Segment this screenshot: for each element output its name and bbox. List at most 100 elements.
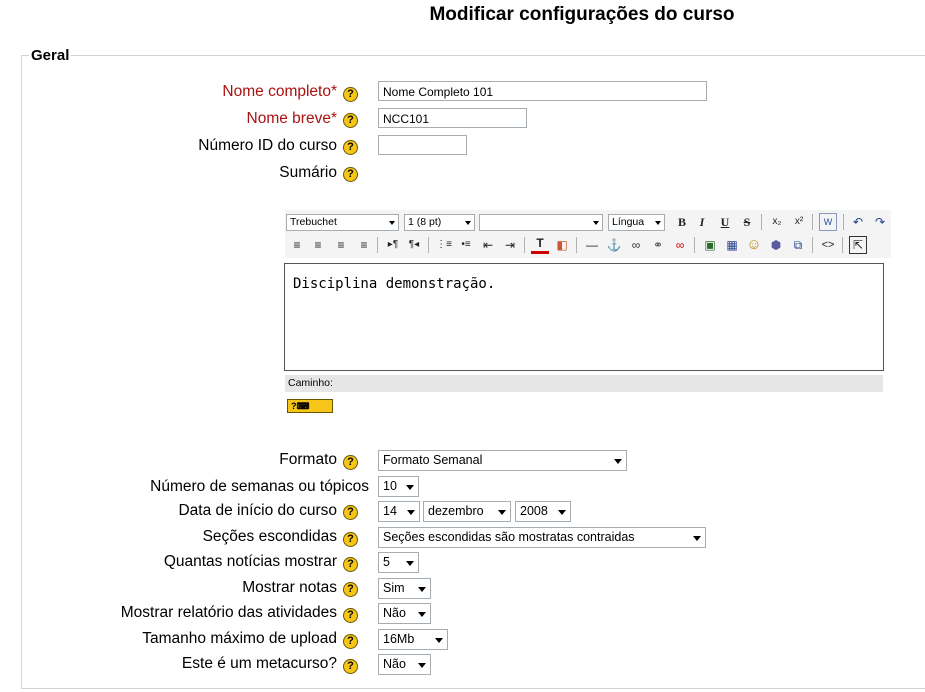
outdent-icon[interactable]: ⇤	[479, 236, 497, 254]
general-fieldset	[21, 55, 925, 689]
rtl-icon[interactable]: ¶◂	[405, 236, 423, 254]
italic-button[interactable]: I	[693, 213, 711, 231]
editor-text: Disciplina demonstração.	[293, 276, 496, 292]
upload-value: 16Mb	[383, 632, 415, 646]
chevron-down-icon	[389, 221, 395, 225]
keyboard-help-icon[interactable]: ?⌨	[287, 399, 333, 413]
ordered-list-icon[interactable]: ⋮≡	[435, 236, 453, 254]
upload-label: Tamanho máximo de upload	[142, 630, 337, 647]
relatorio-select[interactable]: Não	[378, 603, 431, 624]
chevron-down-icon	[593, 221, 599, 225]
size-select-value: 1 (8 pt)	[408, 216, 442, 228]
semanas-select[interactable]: 10	[378, 476, 419, 497]
formato-select[interactable]: Formato Semanal	[378, 450, 627, 471]
paste-word-icon[interactable]: W	[819, 213, 837, 231]
ltr-icon[interactable]: ▸¶	[384, 236, 402, 254]
justify-icon[interactable]: ≡	[355, 236, 373, 254]
month-select[interactable]: dezembro	[423, 501, 511, 522]
metacurso-label: Este é um metacurso?	[181, 655, 337, 672]
nome-breve-input[interactable]: NCC101	[378, 108, 527, 128]
html-source-icon[interactable]: <>	[819, 236, 837, 254]
help-icon[interactable]: ?	[343, 113, 358, 128]
editor-path-bar: Caminho:	[285, 375, 883, 392]
chevron-down-icon	[407, 510, 415, 515]
help-icon[interactable]: ?	[343, 557, 358, 572]
insert-image-icon[interactable]: ▣	[701, 236, 719, 254]
help-icon[interactable]: ?	[343, 140, 358, 155]
notas-label: Mostrar notas	[242, 579, 337, 596]
help-icon[interactable]: ?	[343, 608, 358, 623]
size-select[interactable]: 1 (8 pt)	[404, 214, 475, 231]
undo-icon[interactable]: ↶	[849, 213, 867, 231]
underline-button[interactable]: U	[716, 213, 734, 231]
background-color-icon[interactable]: ◧	[553, 236, 571, 254]
chevron-down-icon	[655, 221, 661, 225]
language-select-value: Língua	[612, 216, 645, 228]
unordered-list-icon[interactable]: •≡	[457, 236, 475, 254]
upload-select[interactable]: 16Mb	[378, 629, 448, 650]
help-icon[interactable]: ?	[343, 167, 358, 182]
toolbar-separator	[843, 214, 844, 230]
toolbar-separator	[761, 214, 762, 230]
editor-content-area[interactable]: Disciplina demonstração.	[284, 263, 884, 371]
nolink-icon[interactable]: ∞	[671, 236, 689, 254]
help-icon[interactable]: ?	[343, 87, 358, 102]
help-icon[interactable]: ?	[343, 532, 358, 547]
fieldset-legend: Geral	[29, 47, 72, 64]
align-left-icon[interactable]: ≡	[288, 236, 306, 254]
nome-breve-label: Nome breve*	[246, 110, 337, 127]
align-right-icon[interactable]: ≡	[332, 236, 350, 254]
editor-toolbar: Trebuchet 1 (8 pt) Língua B I U S x₂ x² …	[285, 210, 891, 258]
unlink-icon[interactable]: ⚭	[649, 236, 667, 254]
insert-table-icon[interactable]: ▦	[723, 236, 741, 254]
special-chars-icon[interactable]: ⬢	[767, 236, 785, 254]
day-value: 14	[383, 504, 397, 518]
subscript-button[interactable]: x₂	[768, 213, 786, 231]
metacurso-select[interactable]: Não	[378, 654, 431, 675]
style-select[interactable]	[479, 214, 603, 231]
day-select[interactable]: 14	[378, 501, 420, 522]
chevron-down-icon	[558, 510, 566, 515]
secoes-label: Seções escondidas	[202, 528, 337, 545]
bold-button[interactable]: B	[673, 213, 691, 231]
help-icon[interactable]: ?	[343, 634, 358, 649]
semanas-label: Número de semanas ou tópicos	[150, 478, 369, 495]
noticias-select[interactable]: 5	[378, 552, 419, 573]
superscript-button[interactable]: x²	[790, 213, 808, 231]
indent-icon[interactable]: ⇥	[501, 236, 519, 254]
numero-id-input[interactable]	[378, 135, 467, 155]
text-color-icon[interactable]: T	[531, 236, 549, 254]
toolbar-separator	[428, 237, 429, 253]
chevron-down-icon	[693, 536, 701, 541]
help-icon[interactable]: ?	[343, 659, 358, 674]
font-select-value: Trebuchet	[290, 216, 337, 228]
link-icon[interactable]: ∞	[627, 236, 645, 254]
data-inicio-label: Data de início do curso	[178, 502, 337, 519]
chevron-down-icon	[406, 561, 414, 566]
strikethrough-button[interactable]: S	[738, 213, 756, 231]
chevron-down-icon	[435, 638, 443, 643]
smiley-icon[interactable]: ☺	[745, 236, 763, 254]
numero-id-label: Número ID do curso	[198, 137, 337, 154]
toolbar-separator	[812, 214, 813, 230]
year-select[interactable]: 2008	[515, 501, 571, 522]
nome-completo-input[interactable]: Nome Completo 101	[378, 81, 707, 101]
month-value: dezembro	[428, 504, 484, 518]
chevron-down-icon	[418, 587, 426, 592]
help-icon[interactable]: ?	[343, 505, 358, 520]
horizontal-rule-icon[interactable]: —	[583, 236, 601, 254]
align-center-icon[interactable]: ≡	[309, 236, 327, 254]
secoes-select[interactable]: Seções escondidas são mostratas contraid…	[378, 527, 706, 548]
anchor-icon[interactable]: ⚓	[605, 236, 623, 254]
help-icon[interactable]: ?	[343, 582, 358, 597]
toolbar-separator	[377, 237, 378, 253]
notas-select[interactable]: Sim	[378, 578, 431, 599]
font-select[interactable]: Trebuchet	[286, 214, 399, 231]
fullscreen-icon[interactable]: ⇱	[849, 236, 867, 254]
search-replace-icon[interactable]: ⧉	[789, 236, 807, 254]
redo-icon[interactable]: ↷	[871, 213, 889, 231]
year-value: 2008	[520, 504, 548, 518]
help-icon[interactable]: ?	[343, 455, 358, 470]
language-select[interactable]: Língua	[608, 214, 665, 231]
toolbar-separator	[576, 237, 577, 253]
